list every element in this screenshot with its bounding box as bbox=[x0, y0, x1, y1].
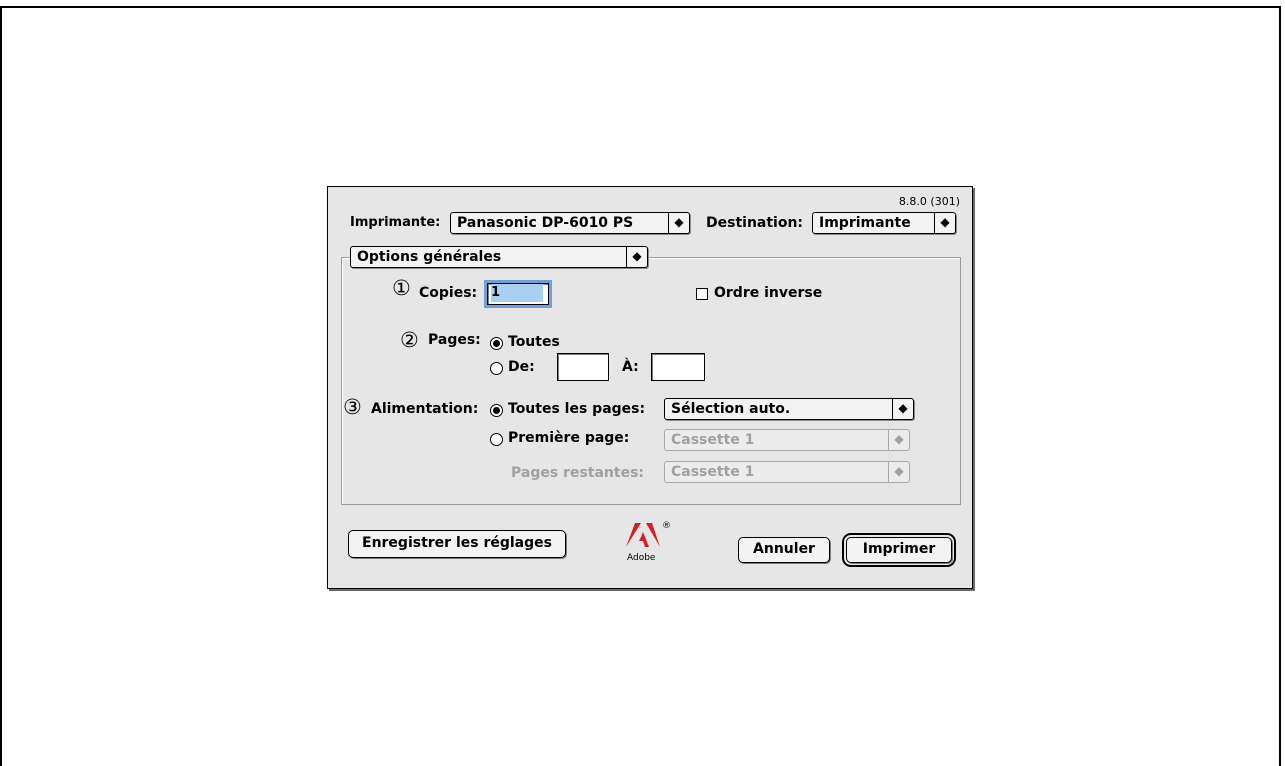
destination-popup-value: Imprimante bbox=[819, 215, 911, 231]
pages-to-field[interactable] bbox=[651, 353, 705, 381]
destination-label: Destination: bbox=[706, 215, 804, 231]
reverse-order-checkbox[interactable] bbox=[696, 288, 708, 300]
adobe-logo-icon bbox=[626, 523, 660, 547]
copies-field[interactable]: 1 bbox=[484, 280, 552, 308]
save-settings-button[interactable]: Enregistrer les réglages bbox=[348, 530, 566, 558]
print-button[interactable]: Imprimer bbox=[842, 533, 956, 567]
reverse-order-label: Ordre inverse bbox=[714, 285, 823, 301]
popup-arrows-icon: ◆ bbox=[888, 462, 909, 482]
adobe-logo-text: Adobe bbox=[627, 553, 656, 563]
popup-arrows-icon: ◆ bbox=[892, 399, 913, 419]
printer-label: Imprimante: bbox=[350, 215, 441, 230]
printer-popup-value: Panasonic DP-6010 PS bbox=[457, 215, 634, 231]
cancel-button[interactable]: Annuler bbox=[738, 537, 830, 563]
printer-popup[interactable]: Panasonic DP-6010 PS ◆ bbox=[450, 212, 690, 234]
pages-all-label: Toutes bbox=[508, 334, 560, 350]
pages-from-label: De: bbox=[508, 359, 535, 375]
copies-label: Copies: bbox=[419, 285, 478, 301]
source-all-pages-value: Sélection auto. bbox=[671, 401, 791, 417]
destination-popup[interactable]: Imprimante ◆ bbox=[812, 212, 956, 234]
callout-3: ③ bbox=[343, 395, 362, 419]
pages-range-radio[interactable] bbox=[490, 362, 503, 375]
source-first-page-radio[interactable] bbox=[490, 433, 503, 446]
source-first-page-popup[interactable]: Cassette 1 ◆ bbox=[664, 429, 910, 451]
version-label: 8.8.0 (301) bbox=[898, 195, 960, 208]
source-remaining-label: Pages restantes: bbox=[511, 465, 645, 481]
print-dialog: 8.8.0 (301) Imprimante: Panasonic DP-601… bbox=[327, 186, 973, 589]
source-all-pages-popup[interactable]: Sélection auto. ◆ bbox=[664, 398, 914, 420]
adobe-registered-mark: ® bbox=[662, 521, 671, 531]
panel-menu-value: Options générales bbox=[357, 249, 502, 265]
paper-source-label: Alimentation: bbox=[371, 401, 479, 417]
callout-1: ① bbox=[392, 276, 411, 300]
source-first-page-label: Première page: bbox=[508, 430, 630, 446]
source-remaining-value: Cassette 1 bbox=[671, 464, 755, 480]
pages-all-radio[interactable] bbox=[490, 337, 503, 350]
pages-from-field[interactable] bbox=[557, 353, 609, 381]
copies-value: 1 bbox=[491, 284, 543, 302]
popup-arrows-icon: ◆ bbox=[888, 430, 909, 450]
pages-to-label: À: bbox=[622, 359, 639, 375]
source-first-page-value: Cassette 1 bbox=[671, 432, 755, 448]
callout-2: ② bbox=[400, 328, 419, 352]
source-remaining-popup[interactable]: Cassette 1 ◆ bbox=[664, 461, 910, 483]
source-all-pages-radio[interactable] bbox=[490, 404, 503, 417]
pages-label: Pages: bbox=[428, 332, 481, 348]
popup-arrows-icon: ◆ bbox=[668, 213, 689, 233]
panel-menu-popup[interactable]: Options générales ◆ bbox=[350, 246, 648, 268]
popup-arrows-icon: ◆ bbox=[626, 247, 647, 267]
source-all-pages-label: Toutes les pages: bbox=[508, 401, 646, 417]
popup-arrows-icon: ◆ bbox=[934, 213, 955, 233]
